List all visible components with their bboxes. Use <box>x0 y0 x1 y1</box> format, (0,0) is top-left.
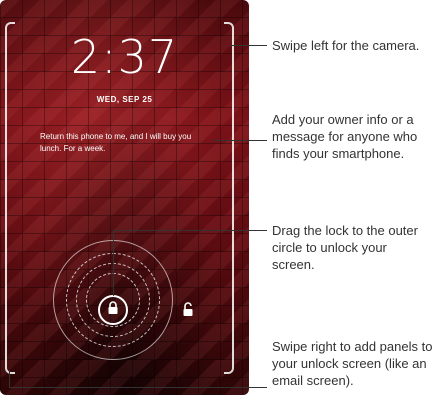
lock-icon <box>107 300 119 320</box>
unlock-icon[interactable] <box>182 302 195 322</box>
callout-owner-info: Add your owner info or a message for any… <box>272 112 418 161</box>
callout-line-panels <box>9 370 10 388</box>
clock-date: WED, SEP 25 <box>96 95 153 104</box>
callout-line-lock <box>113 230 114 296</box>
callout-drag-lock: Drag the lock to the outer circle to unl… <box>272 223 418 272</box>
clock-time: 2:37 <box>70 30 179 84</box>
callout-line-camera <box>230 45 267 46</box>
callout-line-owner <box>213 140 267 141</box>
lock-handle[interactable] <box>98 295 128 325</box>
callout-line-panels <box>9 387 267 388</box>
callout-camera: Swipe left for the camera. <box>272 38 420 53</box>
owner-message: Return this phone to me, and I will buy … <box>40 132 192 153</box>
lock-screen: 2:37 WED, SEP 25 Return this phone to me… <box>0 0 249 395</box>
callout-add-panels: Swipe right to add panels to your unlock… <box>272 339 433 388</box>
callout-line-lock <box>113 230 267 231</box>
